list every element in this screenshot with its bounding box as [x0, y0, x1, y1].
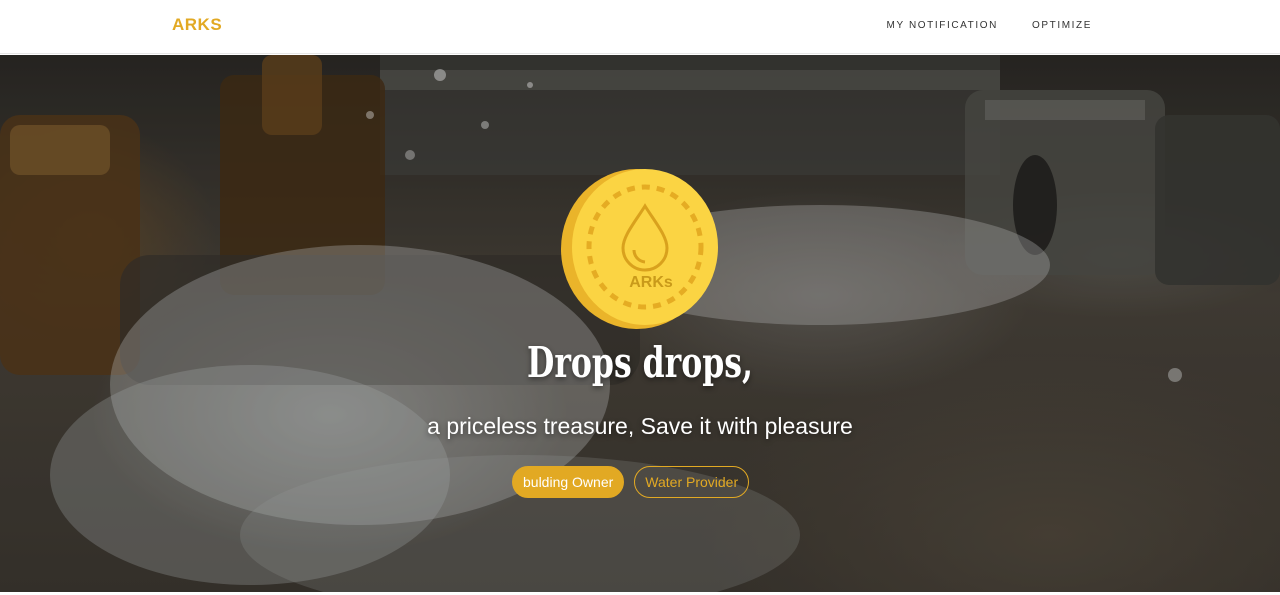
- hero-headline: Drops drops,: [526, 338, 754, 387]
- top-navbar: ARKS MY NOTIFICATION OPTIMIZE: [0, 0, 1280, 54]
- nav-link-optimize[interactable]: OPTIMIZE: [1032, 20, 1092, 31]
- nav-links: MY NOTIFICATION OPTIMIZE: [887, 20, 1092, 31]
- hero-subheadline: a priceless treasure, Save it with pleas…: [427, 413, 853, 439]
- water-provider-button[interactable]: Water Provider: [634, 466, 750, 498]
- nav-link-my-notification[interactable]: MY NOTIFICATION: [887, 20, 998, 31]
- hero-section: ARKs Drops drops, a priceless treasure, …: [0, 55, 1280, 592]
- hero-cta-group: bulding Owner Water Provider: [512, 466, 750, 498]
- arks-coin-logo: [561, 169, 718, 329]
- building-owner-button[interactable]: bulding Owner: [512, 466, 625, 498]
- coin-logo-text: ARKs: [629, 274, 673, 291]
- brand-logo-link[interactable]: ARKS: [172, 15, 222, 35]
